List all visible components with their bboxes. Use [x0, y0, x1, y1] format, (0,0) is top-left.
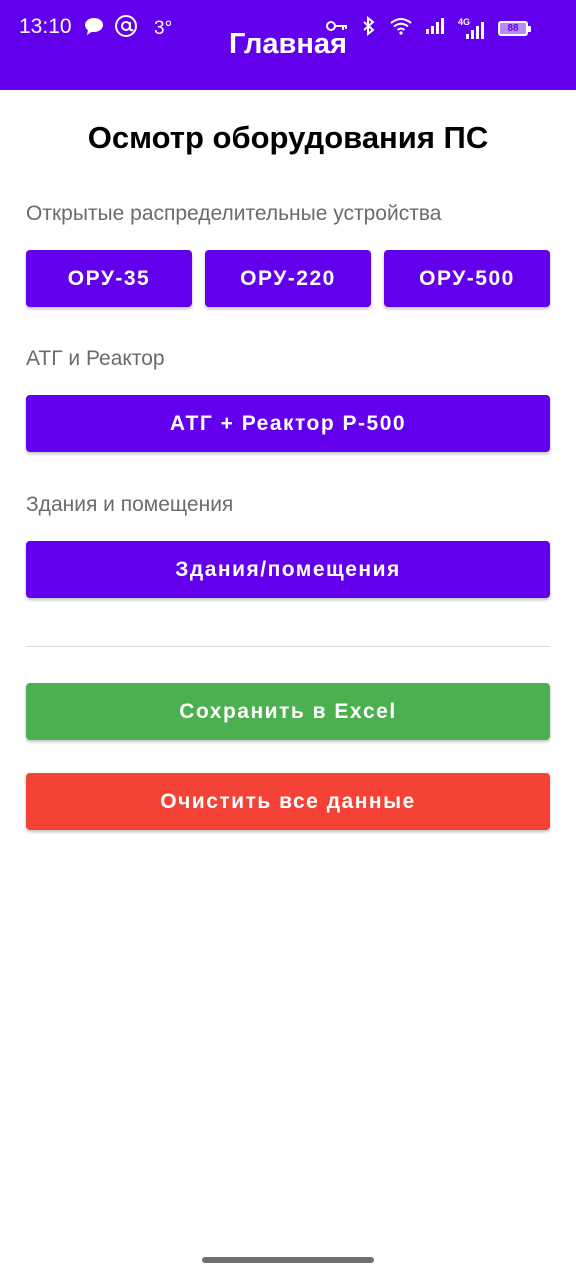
- save-excel-button[interactable]: Сохранить в Excel: [26, 683, 550, 740]
- buildings-button[interactable]: Здания/помещения: [26, 541, 550, 598]
- section-label-oru: Открытые распределительные устройства: [26, 202, 442, 225]
- section-label-buildings: Здания и помещения: [26, 493, 234, 516]
- screen: 13:10 3° 4G 88 Главная Осмотр оборудован…: [0, 0, 576, 1280]
- gesture-navigation-bar[interactable]: [202, 1257, 374, 1263]
- app-bar: 13:10 3° 4G 88 Главная: [0, 0, 576, 90]
- app-bar-title: Главная: [229, 28, 347, 60]
- oru-35-button[interactable]: ОРУ-35: [26, 250, 192, 307]
- clear-data-button[interactable]: Очистить все данные: [26, 773, 550, 830]
- oru-500-button[interactable]: ОРУ-500: [384, 250, 550, 307]
- page-title: Осмотр оборудования ПС: [87, 120, 489, 155]
- atg-reactor-button[interactable]: АТГ + Реактор Р-500: [26, 395, 550, 452]
- oru-220-button[interactable]: ОРУ-220: [205, 250, 371, 307]
- section-label-atg: АТГ и Реактор: [26, 347, 165, 370]
- divider: [26, 646, 550, 647]
